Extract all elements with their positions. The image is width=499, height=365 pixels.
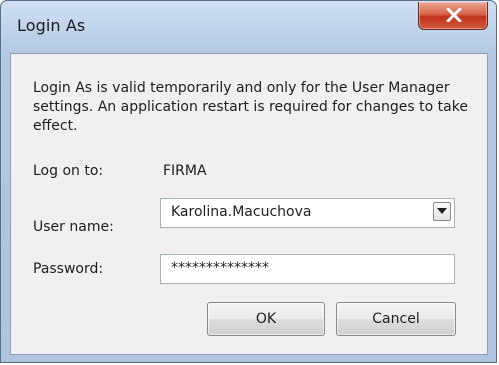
dialog-body: Login As is valid temporarily and only f…	[10, 53, 488, 355]
username-label: User name:	[33, 219, 114, 235]
title-bar[interactable]: Login As	[1, 1, 496, 53]
username-dropdown-button[interactable]	[433, 202, 451, 221]
close-button[interactable]	[418, 2, 488, 30]
logon-label: Log on to:	[33, 163, 104, 179]
username-value: Karolina.Macuchova	[171, 204, 312, 220]
password-field[interactable]: **************	[160, 254, 455, 284]
window-title: Login As	[17, 16, 86, 35]
password-value: **************	[171, 260, 269, 276]
username-combobox[interactable]: Karolina.Macuchova	[160, 198, 455, 228]
close-x-icon	[446, 8, 462, 22]
logon-value: FIRMA	[163, 163, 207, 179]
login-as-dialog: Login As Login As is valid temporarily a…	[0, 0, 497, 363]
password-label: Password:	[33, 261, 104, 277]
info-message: Login As is valid temporarily and only f…	[33, 80, 468, 134]
chevron-down-icon	[437, 208, 447, 214]
cancel-button[interactable]: Cancel	[336, 302, 456, 336]
ok-button[interactable]: OK	[207, 302, 325, 336]
